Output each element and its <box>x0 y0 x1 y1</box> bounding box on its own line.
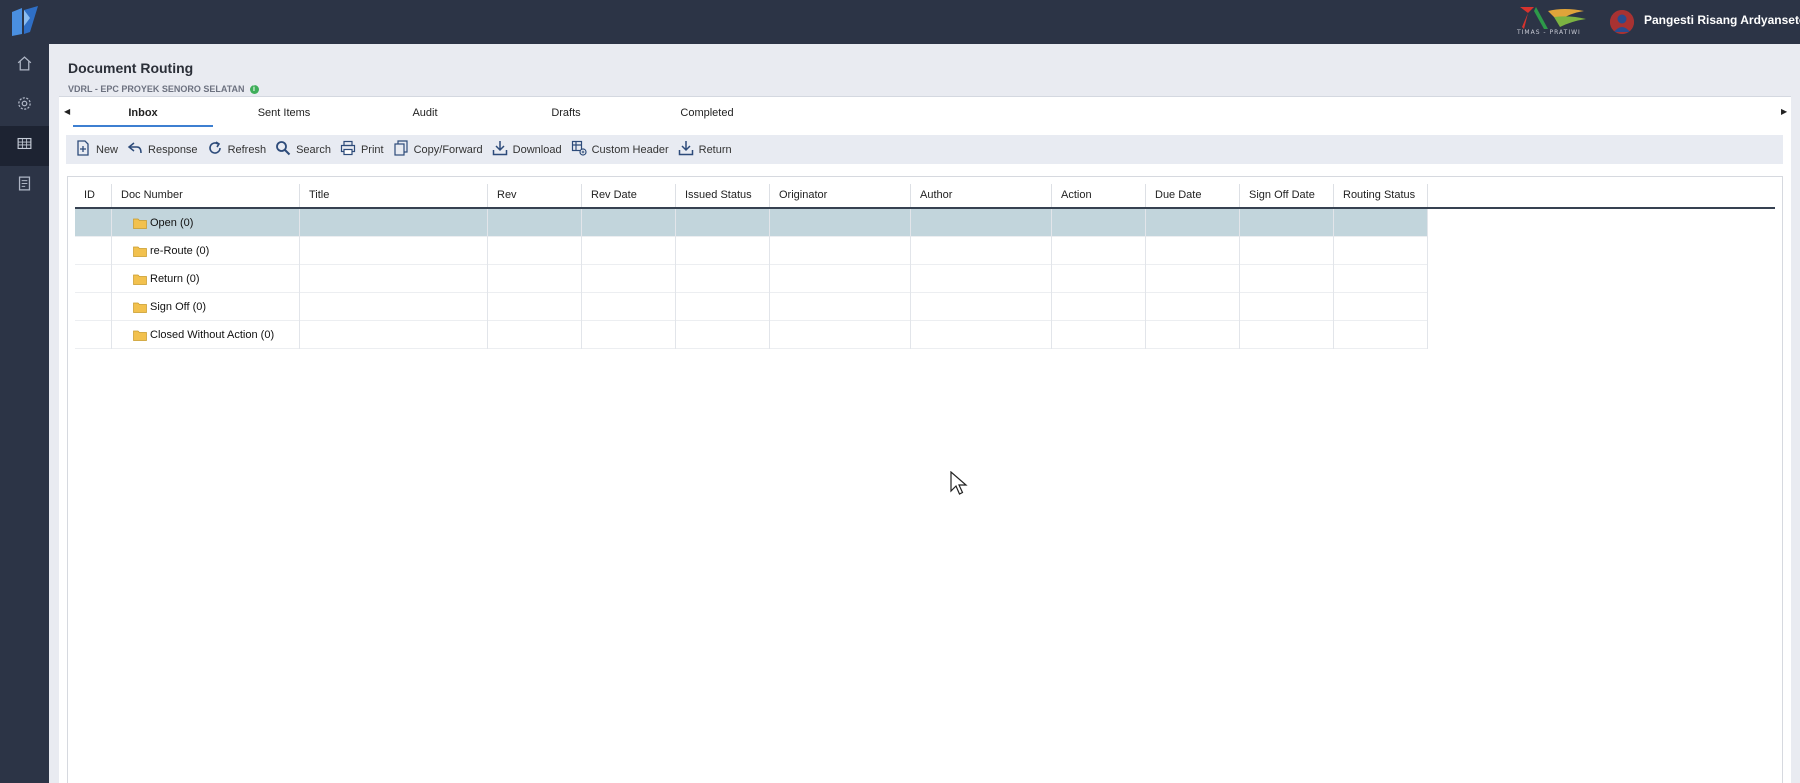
response-button[interactable]: Response <box>127 139 198 161</box>
main-content: Document Routing VDRL - EPC PROYEK SENOR… <box>49 44 1800 783</box>
user-name[interactable]: Pangesti Risang Ardyanseto <box>1644 13 1800 27</box>
gear-icon <box>16 95 33 117</box>
folder-icon <box>133 301 147 313</box>
tab-inbox[interactable]: Inbox <box>73 107 213 119</box>
return-label: Return <box>698 143 732 156</box>
download-icon <box>492 140 508 159</box>
routing-panel: ◀ Inbox Sent Items Audit Drafts Complete… <box>59 96 1791 783</box>
folder-cell[interactable]: Return (0) <box>112 265 300 293</box>
table-row[interactable]: Sign Off (0) <box>75 293 1428 321</box>
column-header-rev-date[interactable]: Rev Date <box>582 184 676 207</box>
folder-cell[interactable]: Open (0) <box>112 209 300 237</box>
copy-forward-button[interactable]: Copy/Forward <box>393 139 483 161</box>
search-label: Search <box>296 143 331 156</box>
id-cell <box>75 237 112 265</box>
download-label: Download <box>512 143 562 156</box>
tab-scroll-right-icon[interactable]: ▶ <box>1781 107 1791 117</box>
print-icon <box>340 140 356 159</box>
table-row[interactable]: Return (0) <box>75 265 1428 293</box>
tab-sent-items[interactable]: Sent Items <box>214 107 354 119</box>
new-label: New <box>96 143 119 156</box>
copy-forward-label: Copy/Forward <box>413 143 483 156</box>
partner-logo-text: TIMAS - PRATIWI <box>1517 29 1581 36</box>
refresh-button[interactable]: Refresh <box>207 139 267 161</box>
column-header-issued-status[interactable]: Issued Status <box>676 184 770 207</box>
active-tab-indicator <box>73 125 213 127</box>
folder-cell[interactable]: Sign Off (0) <box>112 293 300 321</box>
page-title: Document Routing <box>68 60 194 76</box>
tab-audit[interactable]: Audit <box>355 107 495 119</box>
new-button[interactable]: New <box>75 139 118 161</box>
grid-body: Open (0) re-Route (0) Return (0) Sign Of… <box>75 209 1428 349</box>
project-name: VDRL - EPC PROYEK SENORO SELATAN <box>68 84 245 94</box>
home-icon <box>16 55 33 77</box>
id-cell <box>75 209 112 237</box>
column-header-sign-off-date[interactable]: Sign Off Date <box>1240 184 1334 207</box>
folder-label: Closed Without Action (0) <box>150 329 275 341</box>
column-header-routing-status[interactable]: Routing Status <box>1334 184 1428 207</box>
document-grid: ID Doc Number Title Rev Rev Date Issued … <box>67 176 1783 783</box>
folder-cell[interactable]: re-Route (0) <box>112 237 300 265</box>
id-cell <box>75 265 112 293</box>
mouse-cursor-icon <box>949 470 971 497</box>
column-header-title[interactable]: Title <box>300 184 488 207</box>
refresh-icon <box>207 140 223 159</box>
print-label: Print <box>360 143 384 156</box>
refresh-label: Refresh <box>227 143 267 156</box>
app-logo[interactable] <box>10 6 40 38</box>
id-cell <box>75 293 112 321</box>
custom-header-icon <box>571 140 587 159</box>
search-icon <box>275 140 291 159</box>
page-subtitle: VDRL - EPC PROYEK SENORO SELATAN i <box>68 84 259 94</box>
tab-drafts[interactable]: Drafts <box>496 107 636 119</box>
custom-header-button[interactable]: Custom Header <box>571 139 669 161</box>
toolbar: New Response Refresh Search Print Copy/F… <box>66 135 1783 164</box>
column-header-rev[interactable]: Rev <box>488 184 582 207</box>
column-header-author[interactable]: Author <box>911 184 1052 207</box>
column-header-doc-number[interactable]: Doc Number <box>112 184 300 207</box>
folder-label: re-Route (0) <box>150 245 210 257</box>
folder-cell[interactable]: Closed Without Action (0) <box>112 321 300 349</box>
avatar[interactable] <box>1610 10 1634 34</box>
table-row[interactable]: Open (0) <box>75 209 1428 237</box>
new-document-icon <box>75 140 91 159</box>
column-header-originator[interactable]: Originator <box>770 184 911 207</box>
sidebar <box>0 44 49 783</box>
folder-label: Return (0) <box>150 273 200 285</box>
info-icon[interactable]: i <box>249 84 259 94</box>
app-frame: TIMAS - PRATIWI Pangesti Risang Ardyanse… <box>0 0 1800 783</box>
table-row[interactable]: re-Route (0) <box>75 237 1428 265</box>
sidebar-item-settings[interactable] <box>0 86 49 126</box>
return-icon <box>678 140 694 159</box>
folder-icon <box>133 217 147 229</box>
download-button[interactable]: Download <box>492 139 562 161</box>
return-button[interactable]: Return <box>678 139 732 161</box>
tab-completed[interactable]: Completed <box>637 107 777 119</box>
grid-header: ID Doc Number Title Rev Rev Date Issued … <box>75 184 1775 209</box>
sidebar-item-home[interactable] <box>0 46 49 86</box>
response-label: Response <box>148 143 198 156</box>
folder-icon <box>133 273 147 285</box>
column-header-action[interactable]: Action <box>1052 184 1146 207</box>
sidebar-item-reports[interactable] <box>0 166 49 206</box>
search-button[interactable]: Search <box>275 139 331 161</box>
folder-label: Open (0) <box>150 217 194 229</box>
document-icon <box>16 175 33 197</box>
column-header-id[interactable]: ID <box>75 184 112 207</box>
folder-icon <box>133 329 147 341</box>
column-header-due-date[interactable]: Due Date <box>1146 184 1240 207</box>
top-bar: TIMAS - PRATIWI Pangesti Risang Ardyanse… <box>0 0 1800 44</box>
print-button[interactable]: Print <box>340 139 384 161</box>
folder-label: Sign Off (0) <box>150 301 207 313</box>
custom-header-label: Custom Header <box>591 143 669 156</box>
grid-icon <box>16 135 33 157</box>
sidebar-item-dashboard[interactable] <box>0 126 49 166</box>
id-cell <box>75 321 112 349</box>
copy-icon <box>393 140 409 159</box>
reply-icon <box>127 140 143 159</box>
table-row[interactable]: Closed Without Action (0) <box>75 321 1428 349</box>
folder-icon <box>133 245 147 257</box>
tab-bar: ◀ Inbox Sent Items Audit Drafts Complete… <box>59 97 1791 130</box>
